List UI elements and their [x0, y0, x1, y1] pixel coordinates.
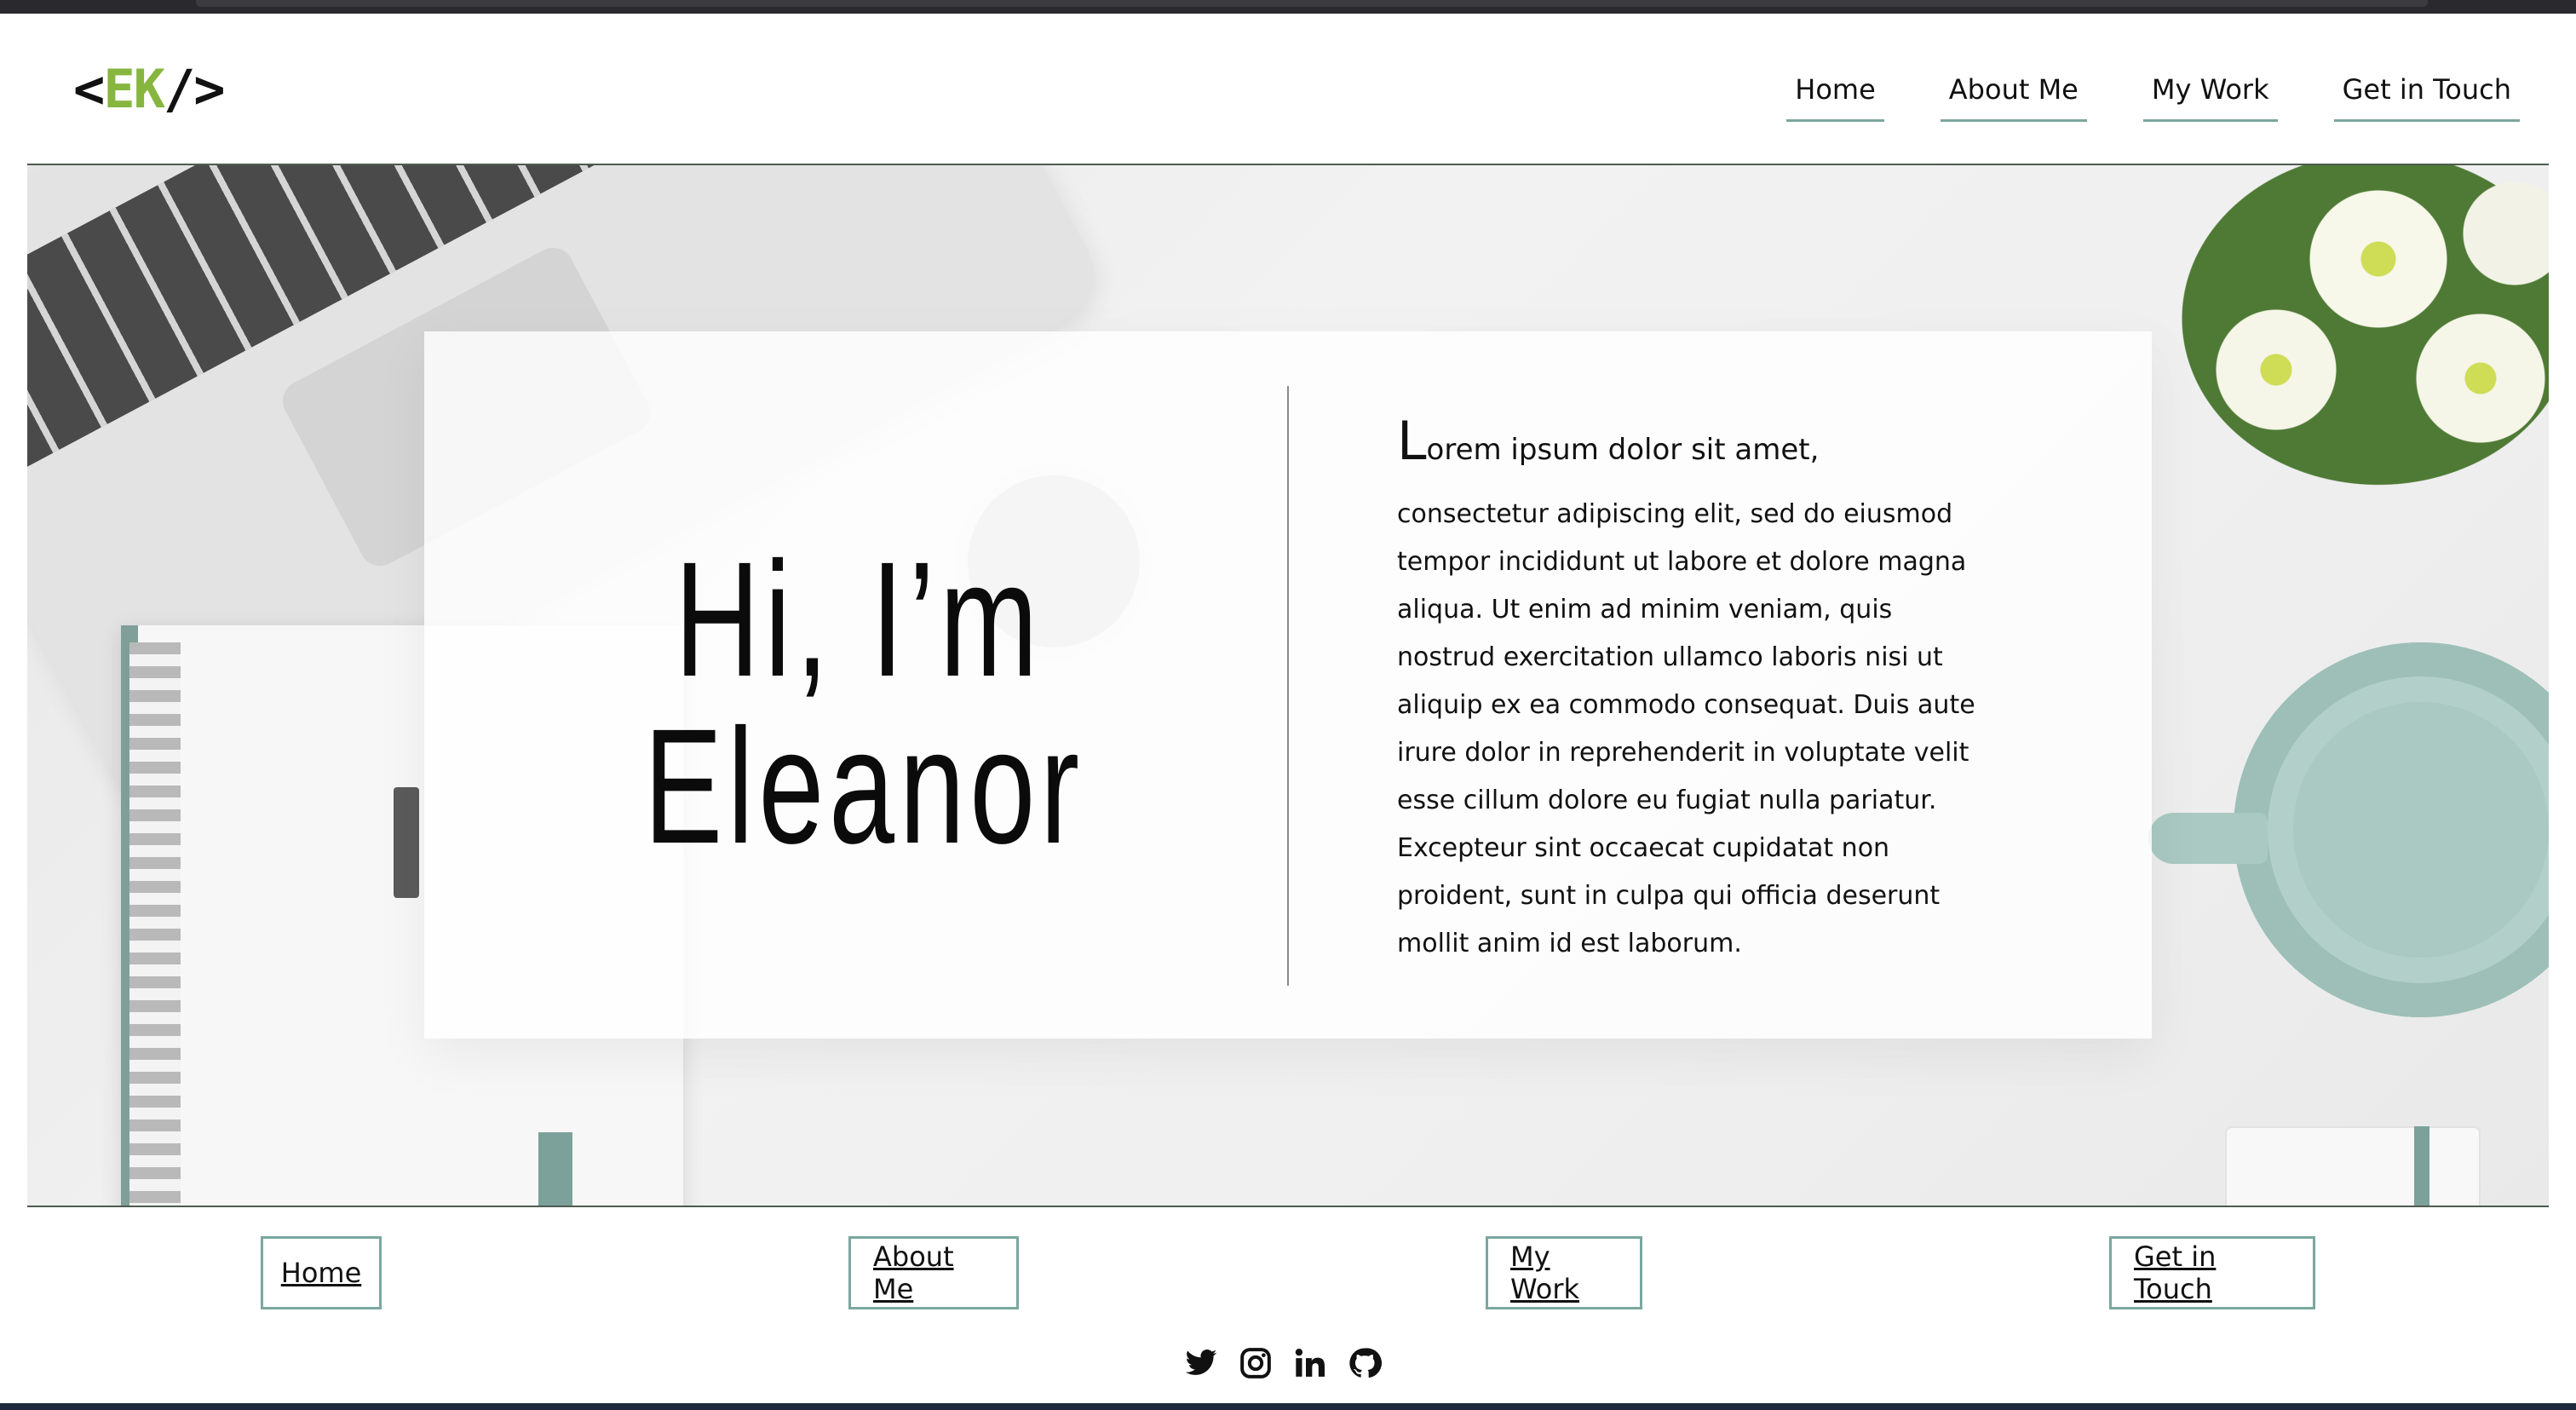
footer-work-button[interactable]: My Work — [1486, 1236, 1642, 1309]
intro-text: Lorem ipsum dolor sit amet, consectetur … — [1397, 410, 1993, 968]
vertical-divider — [1287, 386, 1289, 986]
github-icon[interactable] — [1348, 1346, 1382, 1380]
nav-home-link[interactable]: Home — [1786, 63, 1884, 122]
twitter-icon[interactable] — [1184, 1346, 1218, 1380]
linkedin-icon[interactable] — [1293, 1346, 1327, 1380]
browser-bottom-bar — [0, 1403, 2576, 1410]
header-nav: Home About Me My Work Get in Touch — [1786, 63, 2520, 122]
nav-about-link[interactable]: About Me — [1940, 63, 2087, 122]
instagram-icon[interactable] — [1239, 1346, 1273, 1380]
footer-nav: Home About Me My Work Get in Touch — [0, 1207, 2576, 1335]
flowers-illustration — [2157, 165, 2549, 489]
teapot-illustration — [2234, 642, 2549, 1017]
nav-work-link[interactable]: My Work — [2142, 63, 2278, 122]
site-logo[interactable]: < EK /> — [73, 55, 226, 123]
hero-section: Hi, I’m Eleanor Lorem ipsum dolor sit am… — [27, 164, 2549, 1207]
browser-top-bar — [0, 0, 2576, 14]
social-links — [1184, 1346, 1382, 1380]
footer-contact-button[interactable]: Get in Touch — [2109, 1236, 2315, 1309]
intro-lead: Lorem ipsum dolor sit amet, — [1397, 410, 1820, 472]
site-header: < EK /> Home About Me My Work Get in Tou… — [0, 14, 2576, 164]
notepad-illustration — [2225, 1126, 2481, 1206]
footer-home-button[interactable]: Home — [261, 1236, 382, 1309]
hero-title: Hi, I’m Eleanor — [644, 527, 1084, 878]
intro-body: consectetur adipiscing elit, sed do eius… — [1397, 499, 1975, 958]
intro-card: Hi, I’m Eleanor Lorem ipsum dolor sit am… — [424, 331, 2152, 1039]
nav-contact-link[interactable]: Get in Touch — [2333, 63, 2520, 122]
footer-about-button[interactable]: About Me — [848, 1236, 1019, 1309]
